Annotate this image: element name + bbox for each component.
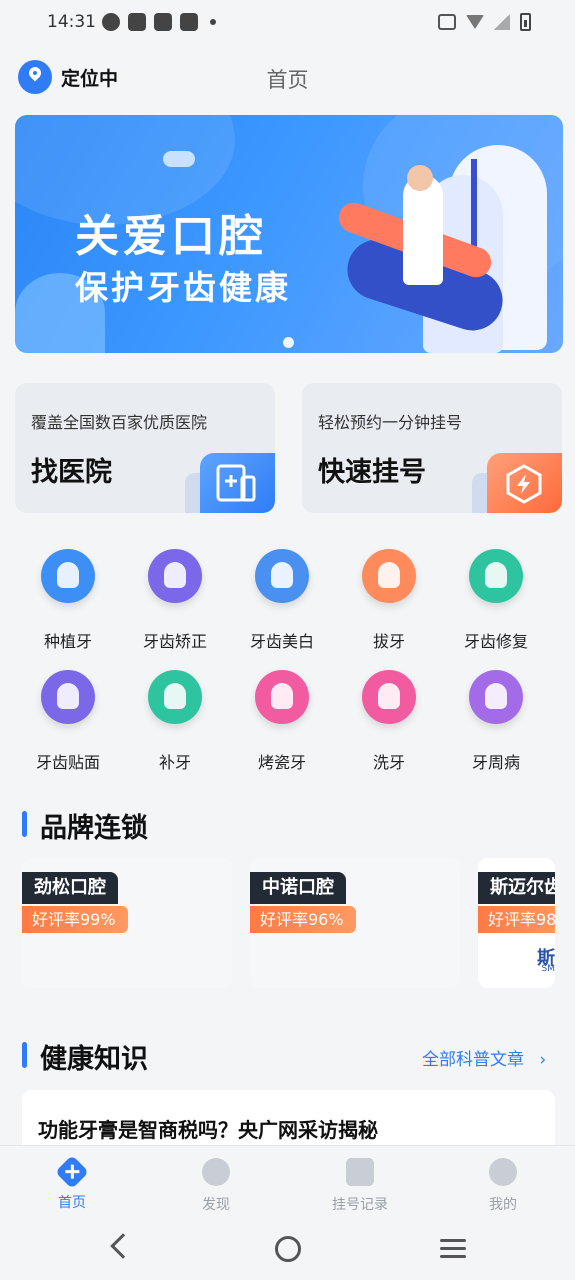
nav-registration-records[interactable]: 挂号记录 <box>310 1154 410 1214</box>
nav-label: 我的 <box>489 1197 517 1213</box>
article-title: 功能牙膏是智商税吗？央广网采访揭秘 <box>38 1118 378 1142</box>
service-repair[interactable]: 牙齿修复 <box>446 549 546 659</box>
chevron-right-icon: › <box>539 1050 547 1070</box>
brand-card[interactable]: 劲松口腔 好评率99% <box>22 858 232 988</box>
nav-home[interactable]: 首页 <box>22 1154 122 1212</box>
back-icon[interactable] <box>110 1233 136 1259</box>
notification-icons <box>102 13 216 31</box>
service-porcelain[interactable]: 烤瓷牙 <box>232 670 332 780</box>
service-periodontal[interactable]: 牙周病 <box>446 670 546 780</box>
status-time: 14:31 <box>47 12 96 32</box>
more-notifications-icon <box>210 19 216 25</box>
wifi-icon <box>466 15 484 29</box>
brand-logo-sub: SM <box>541 964 555 974</box>
brand-card[interactable]: 斯迈尔齿 好评率98 斯 SM <box>478 858 555 988</box>
profile-icon <box>489 1158 517 1186</box>
service-label: 牙周病 <box>471 753 520 772</box>
all-articles-label: 全部科普文章 <box>422 1050 524 1070</box>
system-navigation-bar <box>0 1225 575 1280</box>
signal-icon <box>494 14 510 30</box>
card-title: 找医院 <box>31 457 112 488</box>
section-accent-bar <box>22 811 27 837</box>
braces-tooth-icon <box>148 549 202 603</box>
service-label: 牙齿修复 <box>463 632 528 651</box>
card-subtitle: 覆盖全国数百家优质医院 <box>31 413 208 432</box>
repair-tooth-icon <box>469 549 523 603</box>
cloud-icon <box>163 151 195 167</box>
service-cleaning[interactable]: 洗牙 <box>339 670 439 780</box>
find-hospital-card[interactable]: 覆盖全国数百家优质医院 找医院 <box>15 383 275 513</box>
implant-tooth-icon <box>41 549 95 603</box>
mail-notification-icon <box>154 13 172 31</box>
service-label: 拔牙 <box>372 632 405 651</box>
section-accent-bar <box>22 1042 27 1068</box>
dentist-illustration <box>403 175 443 285</box>
banner-headline: 关爱口腔 <box>75 211 267 262</box>
service-extraction[interactable]: 拔牙 <box>339 549 439 659</box>
service-label: 牙齿贴面 <box>35 753 100 772</box>
menu-icon[interactable] <box>440 1239 466 1259</box>
promo-banner[interactable]: 关爱口腔 保护牙齿健康 <box>15 115 563 353</box>
battery-icon <box>520 13 531 31</box>
service-label: 种植牙 <box>43 632 92 651</box>
app-notification-icon <box>102 13 120 31</box>
nav-profile[interactable]: 我的 <box>453 1154 553 1214</box>
nav-discover[interactable]: 发现 <box>166 1154 266 1214</box>
brand-rating-badge: 好评率99% <box>22 906 128 933</box>
clipboard-icon <box>346 1158 374 1186</box>
page-title: 首页 <box>266 68 309 92</box>
system-icons <box>438 13 531 31</box>
nav-label: 首页 <box>58 1195 86 1211</box>
dentist-head-illustration <box>407 165 433 191</box>
veneer-tooth-icon <box>41 670 95 724</box>
service-label: 补牙 <box>158 753 191 772</box>
periodontal-tooth-icon <box>469 670 523 724</box>
vibrate-icon <box>438 14 456 30</box>
brand-rating-badge: 好评率98 <box>478 906 555 933</box>
cleaning-tooth-icon <box>362 670 416 724</box>
brand-name: 中诺口腔 <box>250 872 346 904</box>
status-bar: 14:31 <box>0 0 575 48</box>
brand-section-title: 品牌连锁 <box>40 813 148 844</box>
service-label: 牙齿矫正 <box>142 632 207 651</box>
service-filling[interactable]: 补牙 <box>125 670 225 780</box>
brand-name: 劲松口腔 <box>22 872 118 904</box>
home-circle-icon[interactable] <box>275 1236 301 1262</box>
brand-rating-badge: 好评率96% <box>250 906 356 933</box>
health-section-title: 健康知识 <box>40 1044 148 1075</box>
lightning-icon <box>487 453 562 513</box>
extraction-tooth-icon <box>362 549 416 603</box>
bottom-navigation: 首页 发现 挂号记录 我的 <box>0 1145 575 1225</box>
service-implant[interactable]: 种植牙 <box>18 549 118 659</box>
hospital-icon <box>200 453 275 513</box>
mail-notification-icon <box>180 13 198 31</box>
brand-name: 斯迈尔齿 <box>478 872 555 904</box>
discover-icon <box>202 1158 230 1186</box>
service-label: 烤瓷牙 <box>257 753 306 772</box>
service-orthodontics[interactable]: 牙齿矫正 <box>125 549 225 659</box>
service-label: 洗牙 <box>372 753 405 772</box>
service-veneer[interactable]: 牙齿贴面 <box>18 670 118 780</box>
whitening-tooth-icon <box>255 549 309 603</box>
filling-tooth-icon <box>148 670 202 724</box>
banner-subheadline: 保护牙齿健康 <box>75 268 291 307</box>
card-subtitle: 轻松预约一分钟挂号 <box>318 413 463 432</box>
home-icon <box>55 1155 89 1189</box>
nav-label: 挂号记录 <box>332 1197 388 1213</box>
all-articles-link[interactable]: 全部科普文章 › <box>422 1045 546 1070</box>
mail-notification-icon <box>128 13 146 31</box>
nav-label: 发现 <box>202 1197 230 1213</box>
card-title: 快速挂号 <box>318 457 426 488</box>
service-label: 牙齿美白 <box>249 632 314 651</box>
app-header: 定位中 首页 <box>0 48 575 108</box>
quick-registration-card[interactable]: 轻松预约一分钟挂号 快速挂号 <box>302 383 562 513</box>
carousel-indicator[interactable] <box>283 337 294 348</box>
service-whitening[interactable]: 牙齿美白 <box>232 549 332 659</box>
porcelain-tooth-icon <box>255 670 309 724</box>
brand-card[interactable]: 中诺口腔 好评率96% <box>250 858 460 988</box>
